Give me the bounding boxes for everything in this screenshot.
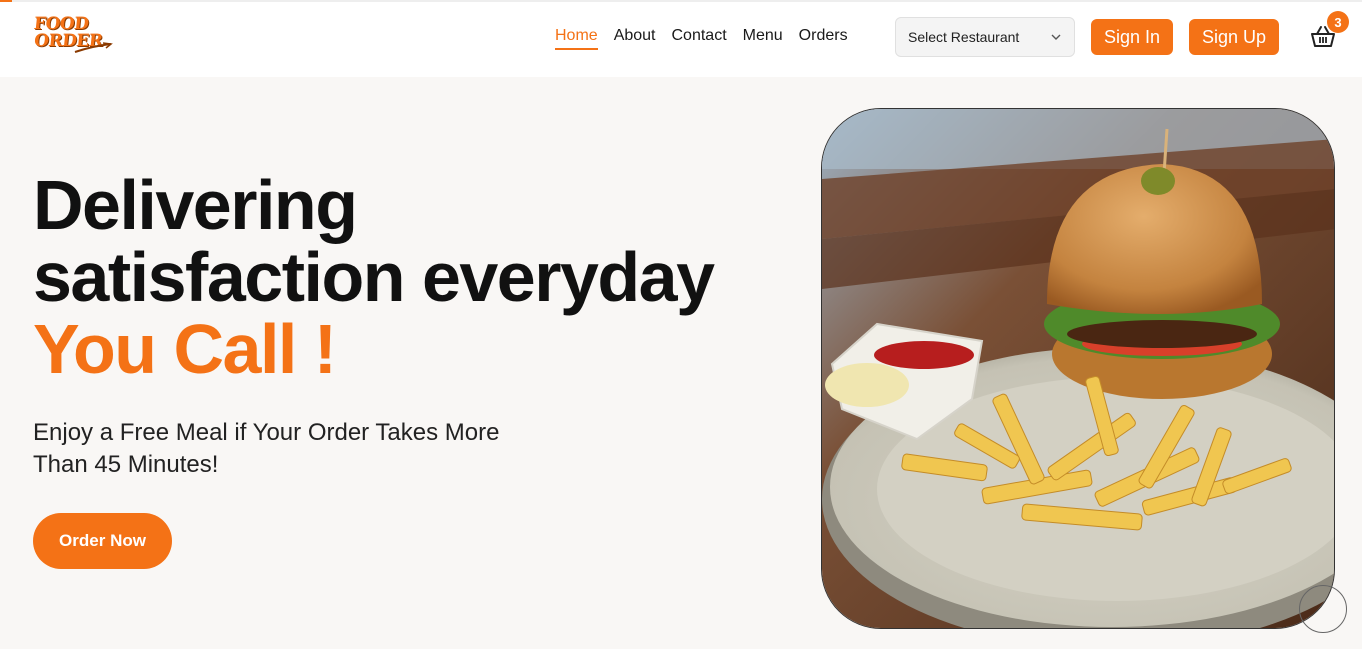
nav-about[interactable]: About: [614, 27, 656, 50]
nav-home[interactable]: Home: [555, 27, 598, 50]
hero-headline: Delivering satisfaction everyday You Cal…: [33, 166, 715, 388]
logo-swoosh-icon: [74, 42, 113, 53]
headline-accent: You Call !: [33, 310, 337, 388]
nav-orders[interactable]: Orders: [799, 27, 848, 50]
hero-section: Delivering satisfaction everyday You Cal…: [0, 77, 1362, 649]
sign-up-button[interactable]: Sign Up: [1189, 19, 1279, 55]
scroll-to-top-button[interactable]: [1299, 585, 1347, 633]
restaurant-select[interactable]: Select Restaurant: [895, 17, 1075, 57]
main-nav: Home About Contact Menu Orders: [555, 27, 848, 50]
chevron-down-icon: [1051, 34, 1061, 40]
cart-count-badge: 3: [1327, 11, 1349, 33]
nav-menu[interactable]: Menu: [743, 27, 783, 50]
headline-line-2: satisfaction everyday: [33, 238, 715, 316]
order-now-button[interactable]: Order Now: [33, 513, 172, 569]
restaurant-select-value: Select Restaurant: [908, 29, 1020, 45]
burger-and-fries-photo: [821, 108, 1335, 629]
food-order-logo[interactable]: FOOD ORDER: [33, 14, 113, 60]
site-header: FOOD ORDER Home About Contact Menu Order…: [0, 2, 1362, 77]
headline-line-1: Delivering: [33, 166, 358, 244]
nav-contact[interactable]: Contact: [672, 27, 727, 50]
hero-subtext: Enjoy a Free Meal if Your Order Takes Mo…: [33, 419, 500, 478]
sign-in-button[interactable]: Sign In: [1091, 19, 1173, 55]
